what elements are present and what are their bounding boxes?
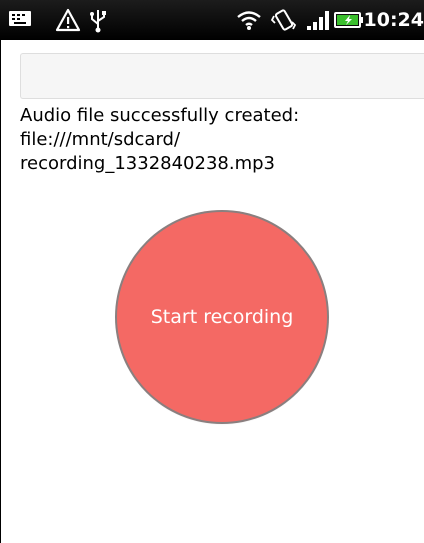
usb-icon — [90, 10, 106, 33]
status-time: 10:24 — [363, 9, 424, 31]
battery-charging-icon — [334, 12, 363, 28]
message-line-3: recording_1332840238.mp3 — [20, 153, 275, 174]
text-input[interactable] — [20, 53, 424, 99]
keyboard-icon — [9, 11, 31, 26]
vibrate-icon — [270, 9, 297, 31]
message-line-1: Audio file successfully created: — [20, 105, 300, 126]
warning-icon — [55, 8, 81, 32]
status-message: Audio file successfully created: file://… — [20, 104, 420, 176]
start-recording-button[interactable]: Start recording — [117, 212, 327, 422]
app-screen: 10:24 Audio file successfully created: f… — [0, 0, 424, 543]
screen-edge — [0, 0, 1, 543]
status-bar: 10:24 — [0, 0, 424, 40]
start-recording-label: Start recording — [150, 306, 294, 328]
wifi-icon — [237, 11, 261, 30]
message-line-2: file:///mnt/sdcard/ — [20, 129, 181, 150]
signal-icon — [307, 11, 329, 30]
